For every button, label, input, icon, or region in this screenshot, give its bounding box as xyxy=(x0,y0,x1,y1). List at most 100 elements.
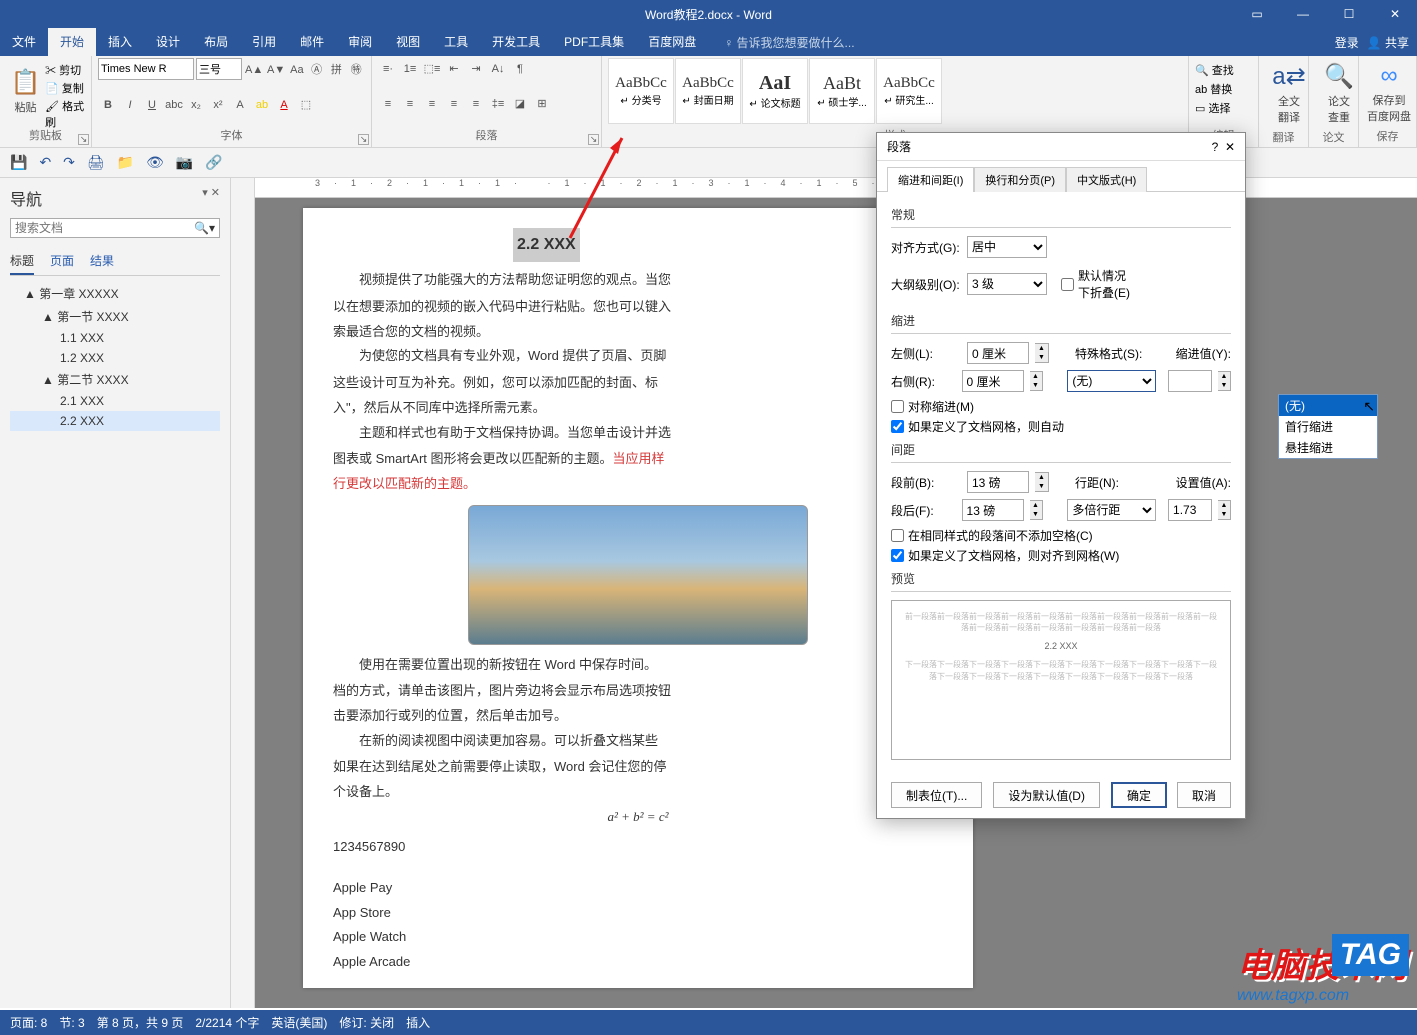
qat-redo-icon[interactable]: ↷ xyxy=(63,154,75,171)
tab-tools[interactable]: 工具 xyxy=(432,28,480,56)
nospace-checkbox[interactable] xyxy=(891,529,904,542)
borders-icon[interactable]: ⊞ xyxy=(532,93,552,113)
ribbon-options-icon[interactable]: ▭ xyxy=(1235,0,1279,28)
tab-home[interactable]: 开始 xyxy=(48,28,96,56)
dropdown-option[interactable]: 悬挂缩进 xyxy=(1279,437,1377,458)
tab-view[interactable]: 视图 xyxy=(384,28,432,56)
search-input[interactable] xyxy=(15,221,194,235)
dropdown-option[interactable]: (无) xyxy=(1279,395,1377,416)
nav-tab-headings[interactable]: 标题 xyxy=(10,248,34,275)
qat-save-icon[interactable]: 💾 xyxy=(10,154,27,171)
nav-tab-pages[interactable]: 页面 xyxy=(50,248,74,275)
cut-button[interactable]: ✂ 剪切 xyxy=(45,62,85,78)
baidu-save-button[interactable]: ∞保存到 百度网盘 xyxy=(1365,58,1413,128)
dialog-close-icon[interactable]: ✕ xyxy=(1225,140,1235,154)
align-center-icon[interactable]: ≡ xyxy=(400,93,420,113)
sort-icon[interactable]: A↓ xyxy=(488,58,508,78)
styles-gallery[interactable]: AaBbCc↵ 分类号 AaBbCc↵ 封面日期 AaI↵ 论文标题 AaBt↵… xyxy=(608,58,1182,124)
qat-undo-icon[interactable]: ↶ xyxy=(39,154,51,171)
tab-design[interactable]: 设计 xyxy=(144,28,192,56)
spin-icon[interactable]: ▲▼ xyxy=(1035,343,1049,363)
style-item[interactable]: AaBbCc↵ 分类号 xyxy=(608,58,674,124)
decrease-indent-icon[interactable]: ⇤ xyxy=(444,58,464,78)
search-icon[interactable]: 🔍▾ xyxy=(194,221,215,235)
clipboard-launcher-icon[interactable]: ↘ xyxy=(78,134,89,145)
default-button[interactable]: 设为默认值(D) xyxy=(993,782,1100,808)
font-launcher-icon[interactable]: ↘ xyxy=(358,134,369,145)
italic-icon[interactable]: I xyxy=(120,94,140,114)
bold-icon[interactable]: B xyxy=(98,94,118,114)
tab-references[interactable]: 引用 xyxy=(240,28,288,56)
status-section[interactable]: 节: 3 xyxy=(59,1014,84,1031)
tab-file[interactable]: 文件 xyxy=(0,28,48,56)
maximize-icon[interactable]: ☐ xyxy=(1327,0,1371,28)
close-icon[interactable]: ✕ xyxy=(1373,0,1417,28)
share-button[interactable]: 👤 共享 xyxy=(1367,34,1409,51)
nav-search[interactable]: 🔍▾ xyxy=(10,218,220,238)
line-spacing-icon[interactable]: ‡≡ xyxy=(488,93,508,113)
distribute-icon[interactable]: ≡ xyxy=(466,93,486,113)
align-left-icon[interactable]: ≡ xyxy=(378,93,398,113)
font-family-input[interactable] xyxy=(98,58,194,80)
status-insert[interactable]: 插入 xyxy=(406,1014,430,1031)
increase-indent-icon[interactable]: ⇥ xyxy=(466,58,486,78)
show-marks-icon[interactable]: ¶ xyxy=(510,58,530,78)
tab-developer[interactable]: 开发工具 xyxy=(480,28,552,56)
page[interactable]: 2.2 XXX 视频提供了功能强大的方法帮助您证明您的观点。当您 以在想要添加的… xyxy=(303,208,973,988)
tree-item[interactable]: ▲ 第一节 XXXX xyxy=(10,305,220,328)
indent-value-input[interactable] xyxy=(1168,370,1212,392)
tellme-input[interactable]: ♀ 告诉我您想要做什么... xyxy=(724,34,854,51)
spin-icon[interactable]: ▲▼ xyxy=(1030,371,1043,391)
style-item[interactable]: AaI↵ 论文标题 xyxy=(742,58,808,124)
shading-icon[interactable]: ◪ xyxy=(510,93,530,113)
tree-item[interactable]: ▲ 第一章 XXXXX xyxy=(10,282,220,305)
right-indent-input[interactable] xyxy=(962,370,1024,392)
align-right-icon[interactable]: ≡ xyxy=(422,93,442,113)
tab-review[interactable]: 审阅 xyxy=(336,28,384,56)
status-lang[interactable]: 英语(美国) xyxy=(271,1014,327,1031)
status-pages[interactable]: 第 8 页，共 9 页 xyxy=(97,1014,184,1031)
status-track[interactable]: 修订: 关闭 xyxy=(339,1014,394,1031)
style-item[interactable]: AaBbCc↵ 封面日期 xyxy=(675,58,741,124)
tree-item[interactable]: ▲ 第二节 XXXX xyxy=(10,368,220,391)
tree-item[interactable]: 1.1 XXX xyxy=(10,328,220,348)
copy-button[interactable]: 📄 复制 xyxy=(45,80,85,96)
style-item[interactable]: AaBbCc↵ 研究生... xyxy=(876,58,942,124)
justify-icon[interactable]: ≡ xyxy=(444,93,464,113)
phonetic-icon[interactable]: 拼 xyxy=(328,59,346,79)
qat-icon[interactable]: 📁 xyxy=(117,154,134,171)
tab-layout[interactable]: 布局 xyxy=(192,28,240,56)
cancel-button[interactable]: 取消 xyxy=(1177,782,1231,808)
decrease-font-icon[interactable]: A▼ xyxy=(266,59,286,79)
tab-baidu[interactable]: 百度网盘 xyxy=(636,28,708,56)
left-indent-input[interactable] xyxy=(967,342,1029,364)
dropdown-option[interactable]: 首行缩进 xyxy=(1279,416,1377,437)
special-format-select[interactable]: (无) xyxy=(1067,370,1156,392)
dialog-titlebar[interactable]: 段落 ? ✕ xyxy=(877,133,1245,161)
multilevel-icon[interactable]: ⬚≡ xyxy=(422,58,442,78)
qat-icon[interactable]: 👁 xyxy=(146,154,164,171)
dtab-indent[interactable]: 缩进和间距(I) xyxy=(887,167,974,192)
setval-input[interactable] xyxy=(1168,499,1212,521)
dtab-asian[interactable]: 中文版式(H) xyxy=(1066,167,1147,192)
translate-button[interactable]: a⇄全文 翻译 xyxy=(1265,58,1313,129)
format-painter-button[interactable]: 🖌 格式刷 xyxy=(45,98,85,130)
grid-align-checkbox[interactable] xyxy=(891,549,904,562)
bullets-icon[interactable]: ≡· xyxy=(378,58,398,78)
dtab-pagination[interactable]: 换行和分页(P) xyxy=(974,167,1066,192)
text-effects-icon[interactable]: A xyxy=(230,94,250,114)
line-spacing-select[interactable]: 多倍行距 xyxy=(1067,499,1156,521)
qat-icon[interactable]: 📷 xyxy=(176,154,193,171)
lookup-button[interactable]: 🔍论文 查重 xyxy=(1315,58,1363,129)
tab-mailings[interactable]: 邮件 xyxy=(288,28,336,56)
enclose-icon[interactable]: ㊕ xyxy=(347,59,365,79)
tree-item[interactable]: 2.1 XXX xyxy=(10,391,220,411)
navpane-close-icon[interactable]: ▾ ✕ xyxy=(202,186,220,199)
font-color-icon[interactable]: A xyxy=(274,94,294,114)
char-border-icon[interactable]: ⬚ xyxy=(296,94,316,114)
paste-button[interactable]: 📋 粘贴 xyxy=(6,58,45,124)
nav-tab-results[interactable]: 结果 xyxy=(90,248,114,275)
minimize-icon[interactable]: — xyxy=(1281,0,1325,28)
superscript-icon[interactable]: x² xyxy=(208,94,228,114)
underline-icon[interactable]: U xyxy=(142,94,162,114)
